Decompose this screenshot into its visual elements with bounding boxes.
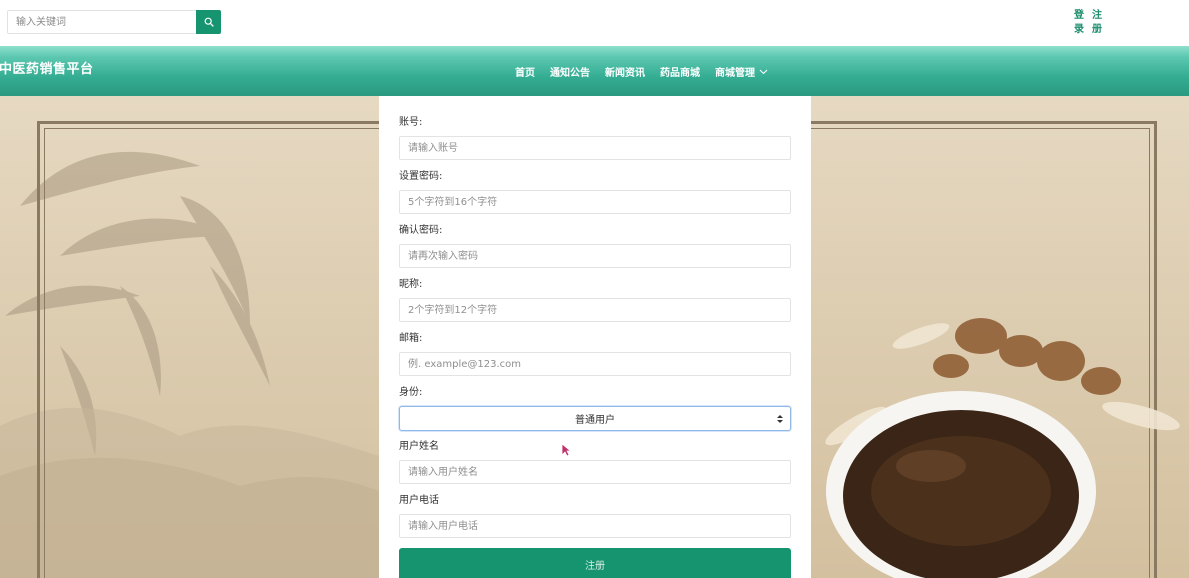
nav-item-label: 通知公告	[550, 68, 590, 79]
nav-item-label: 新闻资讯	[605, 68, 645, 79]
account-input[interactable]	[399, 136, 791, 160]
chevron-down-icon	[759, 69, 768, 74]
register-link-char-1[interactable]: 注	[1091, 9, 1103, 23]
nav-item-label: 首页	[515, 68, 535, 79]
register-button[interactable]: 注册	[399, 548, 791, 578]
nav-item-label: 药品商城	[660, 68, 700, 79]
nav-item-notices[interactable]: 通知公告	[550, 64, 590, 79]
phone-label: 用户电话	[399, 495, 439, 506]
auth-row-top: 登 注	[1073, 9, 1103, 23]
nav-menu: 首页 通知公告 新闻资讯 药品商城 商城管理	[515, 64, 768, 79]
identity-label: 身份:	[399, 387, 423, 398]
herbal-tea-cup-image	[825, 318, 1180, 578]
nickname-label: 昵称:	[399, 279, 423, 290]
nav-item-shop-admin[interactable]: 商城管理	[715, 64, 768, 79]
nav-item-shop[interactable]: 药品商城	[660, 64, 700, 79]
password-input[interactable]	[399, 190, 791, 214]
real-name-input[interactable]	[399, 460, 791, 484]
identity-select[interactable]: 普通用户	[399, 406, 791, 431]
mouse-cursor-icon	[561, 443, 571, 457]
confirm-password-label: 确认密码:	[399, 225, 443, 236]
email-label: 邮箱:	[399, 333, 423, 344]
real-name-label: 用户姓名	[399, 441, 439, 452]
register-form: 账号: 设置密码: 确认密码: 昵称: 邮箱: 身份: 普通用户 用户姓名 用户…	[379, 96, 811, 578]
password-label: 设置密码:	[399, 171, 443, 182]
top-bar: 登 注 录 册	[0, 0, 1189, 46]
select-caret-icon	[777, 415, 783, 423]
account-label: 账号:	[399, 117, 423, 128]
nav-item-news[interactable]: 新闻资讯	[605, 64, 645, 79]
search-button[interactable]	[196, 10, 221, 34]
identity-selected-value: 普通用户	[575, 415, 615, 426]
auth-links: 登 注 录 册	[1073, 9, 1103, 37]
site-brand[interactable]: 中医药销售平台	[0, 58, 94, 77]
nav-item-home[interactable]: 首页	[515, 64, 535, 79]
auth-row-bottom: 录 册	[1073, 23, 1103, 37]
decorative-frame-left-inner	[44, 128, 379, 578]
phone-input[interactable]	[399, 514, 791, 538]
email-input[interactable]	[399, 352, 791, 376]
login-link-char-1[interactable]: 登	[1073, 9, 1085, 23]
main-nav: 中医药销售平台 首页 通知公告 新闻资讯 药品商城 商城管理	[0, 46, 1189, 96]
search-input[interactable]	[7, 10, 196, 34]
search-icon	[204, 17, 214, 27]
nickname-input[interactable]	[399, 298, 791, 322]
register-link-char-2[interactable]: 册	[1091, 23, 1103, 37]
nav-item-label: 商城管理	[715, 68, 755, 79]
login-link-char-2[interactable]: 录	[1073, 23, 1085, 37]
search-bar	[7, 10, 221, 34]
confirm-password-input[interactable]	[399, 244, 791, 268]
